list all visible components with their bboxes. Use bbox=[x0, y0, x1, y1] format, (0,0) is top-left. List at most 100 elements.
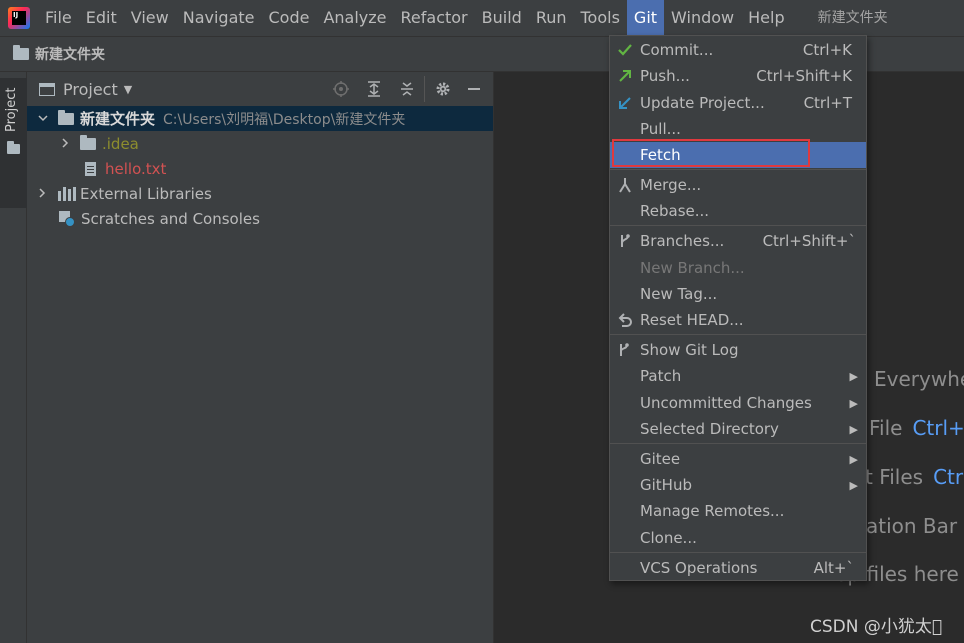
submenu-arrow-icon: ▶ bbox=[849, 478, 858, 492]
menu-separator bbox=[610, 334, 866, 335]
hint-go-to-file: File Ctrl+S bbox=[869, 416, 964, 440]
menu-analyze[interactable]: Analyze bbox=[316, 0, 393, 36]
menu-edit[interactable]: Edit bbox=[79, 0, 124, 36]
menu-view[interactable]: View bbox=[124, 0, 176, 36]
submenu-arrow-icon: ▶ bbox=[849, 396, 858, 410]
show-log-label: Show Git Log bbox=[640, 341, 739, 359]
git-log-icon bbox=[616, 341, 634, 359]
intellij-logo-icon: IJ bbox=[8, 7, 30, 29]
scratches-icon bbox=[59, 210, 75, 227]
hint-nav-text: ation Bar bbox=[866, 514, 958, 538]
merge-label: Merge... bbox=[640, 176, 702, 194]
vcs-ops-label: VCS Operations bbox=[640, 559, 758, 577]
git-menu-clone[interactable]: Clone... bbox=[610, 525, 866, 551]
window-project-title: 新建文件夹 bbox=[817, 10, 888, 26]
tree-row-root[interactable]: 新建文件夹 C:\Users\刘明福\Desktop\新建文件夹 bbox=[27, 106, 493, 131]
project-tool-tab-label: Project bbox=[4, 87, 19, 132]
commit-label: Commit... bbox=[640, 41, 714, 59]
update-shortcut: Ctrl+T bbox=[803, 94, 852, 112]
checkmark-icon bbox=[616, 41, 634, 59]
hint-search-text: n Everywhe bbox=[855, 367, 964, 391]
csdn-watermark: CSDN @小犹太  bbox=[810, 617, 943, 637]
expand-all-icon[interactable] bbox=[361, 76, 387, 102]
push-shortcut: Ctrl+Shift+K bbox=[756, 67, 852, 85]
menu-git[interactable]: Git bbox=[626, 0, 665, 36]
git-menu-patch[interactable]: Patch ▶ bbox=[610, 363, 866, 389]
menu-build[interactable]: Build bbox=[475, 0, 529, 36]
git-menu-commit[interactable]: Commit... Ctrl+K bbox=[610, 37, 866, 63]
project-tool-tab[interactable]: Project bbox=[0, 78, 27, 208]
menu-bar: IJ File Edit View Navigate Code Analyze … bbox=[0, 0, 964, 36]
folder-icon bbox=[80, 134, 96, 150]
update-label: Update Project... bbox=[640, 94, 765, 112]
menu-help[interactable]: Help bbox=[741, 0, 791, 36]
menu-separator bbox=[610, 552, 866, 553]
chevron-right-icon[interactable] bbox=[58, 137, 72, 151]
git-menu-push[interactable]: Push... Ctrl+Shift+K bbox=[610, 63, 866, 89]
fetch-highlight-annotation bbox=[612, 139, 810, 167]
project-panel-toolbar bbox=[321, 72, 487, 106]
module-folder-icon bbox=[58, 109, 74, 125]
tree-row-hello-txt[interactable]: hello.txt bbox=[27, 156, 493, 181]
breadcrumb-project[interactable]: 新建文件夹 bbox=[35, 44, 105, 64]
chevron-right-icon[interactable] bbox=[35, 187, 49, 201]
reset-head-label: Reset HEAD... bbox=[640, 311, 744, 329]
git-menu-github[interactable]: GitHub ▶ bbox=[610, 472, 866, 498]
chevron-down-icon[interactable]: ▼ bbox=[124, 83, 132, 96]
git-menu-manage-remotes[interactable]: Manage Remotes... bbox=[610, 498, 866, 524]
git-menu-uncommitted-changes[interactable]: Uncommitted Changes ▶ bbox=[610, 390, 866, 416]
menu-run[interactable]: Run bbox=[529, 0, 574, 36]
tree-root-name: 新建文件夹 bbox=[80, 110, 156, 128]
git-menu-reset-head[interactable]: Reset HEAD... bbox=[610, 307, 866, 333]
gitee-label: Gitee bbox=[640, 450, 681, 468]
gear-icon[interactable] bbox=[424, 76, 454, 102]
menu-code[interactable]: Code bbox=[262, 0, 317, 36]
git-menu-merge[interactable]: Merge... bbox=[610, 172, 866, 198]
git-menu-selected-directory[interactable]: Selected Directory ▶ bbox=[610, 416, 866, 442]
git-menu-branches[interactable]: Branches... Ctrl+Shift+` bbox=[610, 228, 866, 254]
locate-file-icon[interactable] bbox=[328, 76, 354, 102]
new-tag-label: New Tag... bbox=[640, 285, 718, 303]
undo-icon bbox=[616, 311, 634, 329]
menu-file[interactable]: File bbox=[38, 0, 79, 36]
push-arrow-icon bbox=[616, 67, 634, 85]
left-tool-strip: Project bbox=[0, 72, 27, 643]
git-menu-new-tag[interactable]: New Tag... bbox=[610, 281, 866, 307]
update-arrow-icon bbox=[616, 94, 634, 112]
rebase-label: Rebase... bbox=[640, 202, 710, 220]
hint-recent-files: t Files Ctrl bbox=[865, 465, 964, 489]
hint-recent-shortcut: Ctrl bbox=[933, 465, 964, 489]
tree-row-idea[interactable]: .idea bbox=[27, 131, 493, 156]
git-menu-vcs-operations[interactable]: VCS Operations Alt+` bbox=[610, 555, 866, 581]
tree-idea-name: .idea bbox=[102, 134, 139, 153]
minimize-icon[interactable] bbox=[461, 76, 487, 102]
uncommitted-label: Uncommitted Changes bbox=[640, 394, 812, 412]
menu-navigate[interactable]: Navigate bbox=[176, 0, 262, 36]
text-file-icon bbox=[85, 161, 96, 176]
menu-window[interactable]: Window bbox=[664, 0, 741, 36]
git-menu-gitee[interactable]: Gitee ▶ bbox=[610, 446, 866, 472]
git-dropdown-menu: Commit... Ctrl+K Push... Ctrl+Shift+K Up… bbox=[609, 35, 867, 581]
project-panel-header: Project ▼ bbox=[27, 72, 493, 106]
hint-file-text: File bbox=[869, 416, 903, 440]
merge-icon bbox=[616, 176, 634, 194]
project-panel: Project ▼ 新建文件夹 C:\Users\刘明福\Desktop\新建文… bbox=[27, 72, 494, 643]
hint-file-shortcut: Ctrl+S bbox=[912, 416, 964, 440]
submenu-arrow-icon: ▶ bbox=[849, 452, 858, 466]
project-panel-title[interactable]: Project bbox=[63, 80, 118, 99]
menu-tools[interactable]: Tools bbox=[574, 0, 627, 36]
tree-row-scratches[interactable]: Scratches and Consoles bbox=[27, 206, 493, 231]
collapse-all-icon[interactable] bbox=[394, 76, 420, 102]
tree-row-external-libraries[interactable]: External Libraries bbox=[27, 181, 493, 206]
pull-label: Pull... bbox=[640, 120, 681, 138]
chevron-down-icon[interactable] bbox=[36, 112, 50, 126]
vcs-ops-shortcut: Alt+` bbox=[813, 559, 854, 577]
hint-recent-text: t Files bbox=[865, 465, 924, 489]
hint-navigation-bar: ation BarA bbox=[866, 514, 964, 538]
branches-shortcut: Ctrl+Shift+` bbox=[762, 232, 856, 250]
git-menu-rebase[interactable]: Rebase... bbox=[610, 198, 866, 224]
library-icon bbox=[58, 186, 76, 201]
menu-refactor[interactable]: Refactor bbox=[394, 0, 475, 36]
git-menu-update-project[interactable]: Update Project... Ctrl+T bbox=[610, 90, 866, 116]
git-menu-show-log[interactable]: Show Git Log bbox=[610, 337, 866, 363]
